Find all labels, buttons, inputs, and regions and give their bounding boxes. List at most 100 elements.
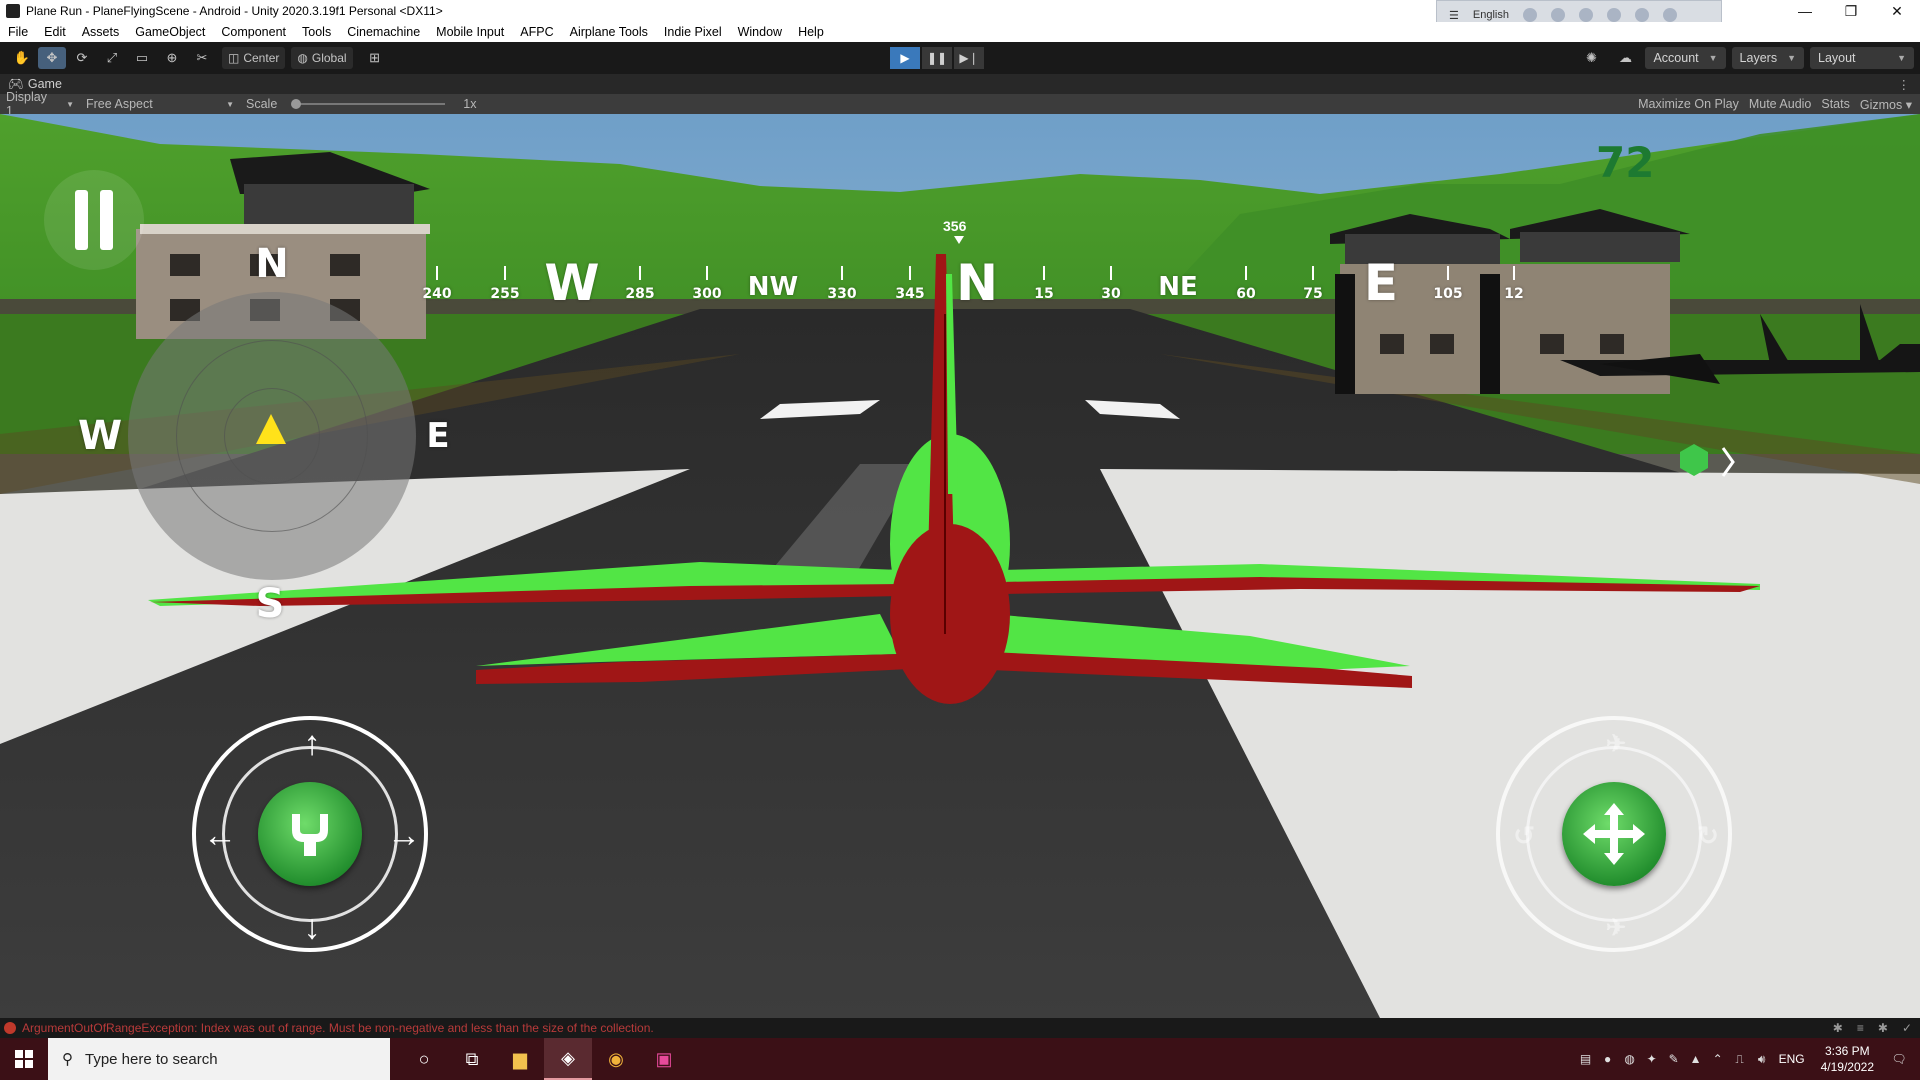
rotate-tool-icon[interactable]: ⟳	[68, 47, 96, 69]
menu-assets[interactable]: Assets	[74, 25, 128, 39]
check-icon[interactable]: ✓	[1902, 1021, 1912, 1035]
nvidia-icon[interactable]: ▲	[1685, 1052, 1707, 1066]
menu-indie-pixel[interactable]: Indie Pixel	[656, 25, 730, 39]
volume-icon[interactable]: 🔊︎	[1751, 1052, 1773, 1067]
compass-tick	[909, 266, 911, 280]
move-tool-icon[interactable]: ✥	[38, 47, 66, 69]
tray-app-icon-5[interactable]: ✎	[1663, 1052, 1685, 1066]
console-error-message[interactable]: ArgumentOutOfRangeException: Index was o…	[22, 1021, 654, 1035]
scale-tool-icon[interactable]: ⤢	[98, 47, 126, 69]
step-button[interactable]: ▶❘	[954, 47, 984, 69]
menu-file[interactable]: File	[0, 25, 36, 39]
maximize-on-play-toggle[interactable]: Maximize On Play	[1638, 97, 1739, 112]
tray-app-icon-2[interactable]: ●	[1597, 1052, 1619, 1066]
ime-gear-icon[interactable]	[1578, 8, 1593, 22]
layout-label: Layout	[1818, 51, 1856, 65]
ime-info-icon[interactable]	[1662, 8, 1677, 22]
custom-tool-icon[interactable]: ✂	[188, 47, 216, 69]
search-placeholder: Type here to search	[85, 1050, 218, 1068]
minimize-button[interactable]: —	[1782, 0, 1828, 22]
menu-tools[interactable]: Tools	[294, 25, 339, 39]
tray-app-icon-3[interactable]: ◍	[1619, 1052, 1641, 1066]
play-controls: ▶ ❚❚ ▶❘	[890, 47, 984, 69]
menu-airplane-tools[interactable]: Airplane Tools	[562, 25, 656, 39]
ime-tool-icon[interactable]	[1550, 8, 1565, 22]
task-view-icon[interactable]: ⧉	[448, 1038, 496, 1080]
notification-icon[interactable]: 🗨︎	[1888, 1052, 1910, 1066]
ime-help-icon[interactable]	[1634, 8, 1649, 22]
game-viewport[interactable]: 72 356 W N E NW NE 240 255 285 300 330 345 15 30 60 75…	[0, 114, 1920, 1018]
clock[interactable]: 3:36 PM 4/19/2022	[1821, 1043, 1874, 1075]
ime-icon[interactable]: ☰	[1449, 9, 1459, 22]
menu-cinemachine[interactable]: Cinemachine	[339, 25, 428, 39]
network-icon[interactable]: ⎍	[1729, 1052, 1751, 1067]
tray-app-icon-1[interactable]: ▤	[1575, 1052, 1597, 1066]
account-label: Account	[1653, 51, 1699, 65]
throttle-knob[interactable]	[258, 782, 362, 886]
plane-down-icon: ✈	[1605, 914, 1627, 942]
rider-icon[interactable]: ▣	[640, 1038, 688, 1080]
menu-mobile-input[interactable]: Mobile Input	[428, 25, 512, 39]
rotate-right-icon: ↻	[1697, 820, 1719, 851]
tray-app-icon-4[interactable]: ✦	[1641, 1052, 1663, 1066]
compass-tick	[1110, 266, 1112, 280]
menu-afpc[interactable]: AFPC	[512, 25, 561, 39]
player-direction-arrow-icon	[256, 414, 286, 444]
menu-window[interactable]: Window	[730, 25, 790, 39]
scale-control[interactable]: Scale 1x	[240, 97, 482, 111]
chevron-up-icon[interactable]: ⌃	[1707, 1052, 1729, 1066]
pause-button[interactable]: ❚❚	[922, 47, 952, 69]
bug-icon[interactable]: ✱	[1833, 1021, 1843, 1035]
menu-help[interactable]: Help	[790, 25, 832, 39]
transform-tool-icon[interactable]: ⊕	[158, 47, 186, 69]
unity-app-icon[interactable]: ◈	[544, 1038, 592, 1080]
gizmos-dropdown[interactable]: Gizmos ▾	[1860, 97, 1912, 112]
ime-settings-icon[interactable]	[1522, 8, 1537, 22]
console-status-bar[interactable]: ArgumentOutOfRangeException: Index was o…	[0, 1018, 1920, 1038]
cloud-icon[interactable]: ☁	[1611, 47, 1639, 69]
file-explorer-icon[interactable]: ▆	[496, 1038, 544, 1080]
ime-pen-icon[interactable]	[1606, 8, 1621, 22]
steering-joystick[interactable]: ✈ ✈ ↺ ↻	[1496, 716, 1732, 952]
account-dropdown[interactable]: Account ▼	[1645, 47, 1726, 69]
scale-slider[interactable]	[291, 99, 446, 109]
rect-tool-icon[interactable]: ▭	[128, 47, 156, 69]
mute-audio-toggle[interactable]: Mute Audio	[1749, 97, 1812, 112]
layers-dropdown[interactable]: Layers ▼	[1731, 47, 1804, 69]
radar-west-label: W	[77, 413, 123, 459]
unity-logo-icon	[6, 4, 20, 18]
radar-north-label: N	[255, 241, 289, 287]
compass-tick	[436, 266, 438, 280]
menu-bar: File Edit Assets GameObject Component To…	[0, 22, 1920, 42]
compass-tick	[1245, 266, 1247, 280]
progress-icon[interactable]: ≡	[1857, 1021, 1864, 1035]
compass-label-degree-0: 240	[422, 286, 452, 302]
stats-toggle[interactable]: Stats	[1821, 97, 1850, 112]
hand-tool-icon[interactable]: ✋	[8, 47, 36, 69]
play-button[interactable]: ▶	[890, 47, 920, 69]
start-button[interactable]	[0, 1038, 48, 1080]
collab-icon[interactable]: ✺	[1577, 47, 1605, 69]
menu-edit[interactable]: Edit	[36, 25, 74, 39]
compass-label-degree-10: 105	[1433, 286, 1463, 302]
close-button[interactable]: ✕	[1874, 0, 1920, 22]
pivot-center-toggle[interactable]: ◫ Center	[222, 47, 286, 69]
language-indicator[interactable]: ENG	[1779, 1052, 1805, 1066]
steering-knob[interactable]	[1562, 782, 1666, 886]
taskbar-search[interactable]: ⚲ Type here to search	[48, 1038, 390, 1080]
ime-language-label[interactable]: English	[1473, 9, 1509, 21]
chevron-down-icon: ▼	[1787, 53, 1796, 63]
space-global-toggle[interactable]: ◍ Global	[291, 47, 353, 69]
restore-button[interactable]: ❐	[1828, 0, 1874, 22]
aspect-dropdown[interactable]: Free Aspect ▼	[80, 97, 240, 111]
grid-snap-icon[interactable]: ⊞	[361, 47, 389, 69]
chrome-icon[interactable]: ◉	[592, 1038, 640, 1080]
auto-generate-icon[interactable]: ✱	[1878, 1021, 1888, 1035]
tab-game-label: Game	[27, 77, 62, 91]
layout-dropdown[interactable]: Layout ▼	[1810, 47, 1914, 69]
throttle-joystick[interactable]: ↑ ↓ ← →	[192, 716, 428, 952]
menu-component[interactable]: Component	[213, 25, 294, 39]
cortana-icon[interactable]: ○	[400, 1038, 448, 1080]
kebab-menu-icon[interactable]: ⋮	[1898, 77, 1911, 92]
menu-gameobject[interactable]: GameObject	[127, 25, 213, 39]
